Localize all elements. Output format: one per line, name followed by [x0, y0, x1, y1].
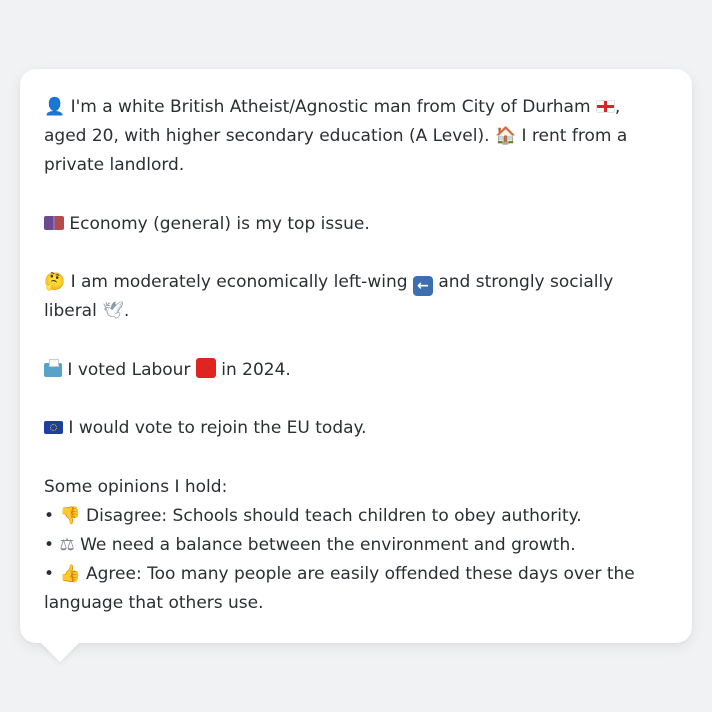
ideology-text-1: I am moderately economically left-wing: [70, 272, 408, 293]
opinion-text: Disagree: Schools should teach children …: [86, 505, 582, 526]
bullet: •: [44, 534, 55, 555]
england-flag-icon: [595, 100, 615, 113]
eu-flag-icon: [44, 421, 63, 435]
opinions-heading: Some opinions I hold:: [44, 476, 228, 497]
bullet: •: [44, 564, 55, 585]
ballot-box-icon: [44, 358, 62, 377]
vote-text-1: I voted Labour: [67, 359, 191, 380]
vote-text-2: in 2024.: [221, 359, 291, 380]
bust-icon: 👤: [44, 97, 66, 117]
vote-paragraph: I voted Labour in 2024.: [44, 356, 668, 385]
ideology-text-3: .: [123, 301, 130, 322]
left-arrow-icon: ←: [412, 276, 433, 297]
eu-text: I would vote to rejoin the EU today.: [68, 418, 367, 439]
eu-paragraph: I would vote to rejoin the EU today.: [44, 414, 668, 443]
scales-icon: ⚖: [59, 534, 75, 555]
persona-card: 👤 I'm a white British Atheist/Agnostic m…: [20, 69, 692, 643]
thinking-face-icon: 🤔: [44, 272, 66, 293]
thumbs-up-icon: 👍: [59, 564, 81, 585]
ideology-paragraph: 🤔 I am moderately economically left-wing…: [44, 268, 668, 326]
opinion-text: We need a balance between the environmen…: [80, 534, 576, 555]
opinion-text: Agree: Too many people are easily offend…: [44, 564, 635, 614]
top-issue-paragraph: Economy (general) is my top issue.: [44, 210, 668, 239]
red-square-icon: [195, 357, 216, 378]
speech-bubble-tail: [40, 642, 80, 662]
book-icon: [44, 215, 64, 230]
dove-icon: 🕊: [102, 301, 124, 322]
identity-paragraph: 👤 I'm a white British Atheist/Agnostic m…: [44, 93, 668, 181]
opinion-item: • 👎 Disagree: Schools should teach child…: [44, 502, 668, 531]
opinion-item: • 👍 Agree: Too many people are easily of…: [44, 560, 668, 618]
identity-text: I'm a white British Atheist/Agnostic man…: [70, 97, 591, 117]
house-icon: 🏠: [494, 126, 517, 147]
thumbs-down-icon: 👎: [59, 505, 81, 526]
opinion-item: • ⚖ We need a balance between the enviro…: [44, 531, 668, 560]
bullet: •: [44, 505, 55, 526]
top-issue-text: Economy (general) is my top issue.: [69, 213, 370, 234]
